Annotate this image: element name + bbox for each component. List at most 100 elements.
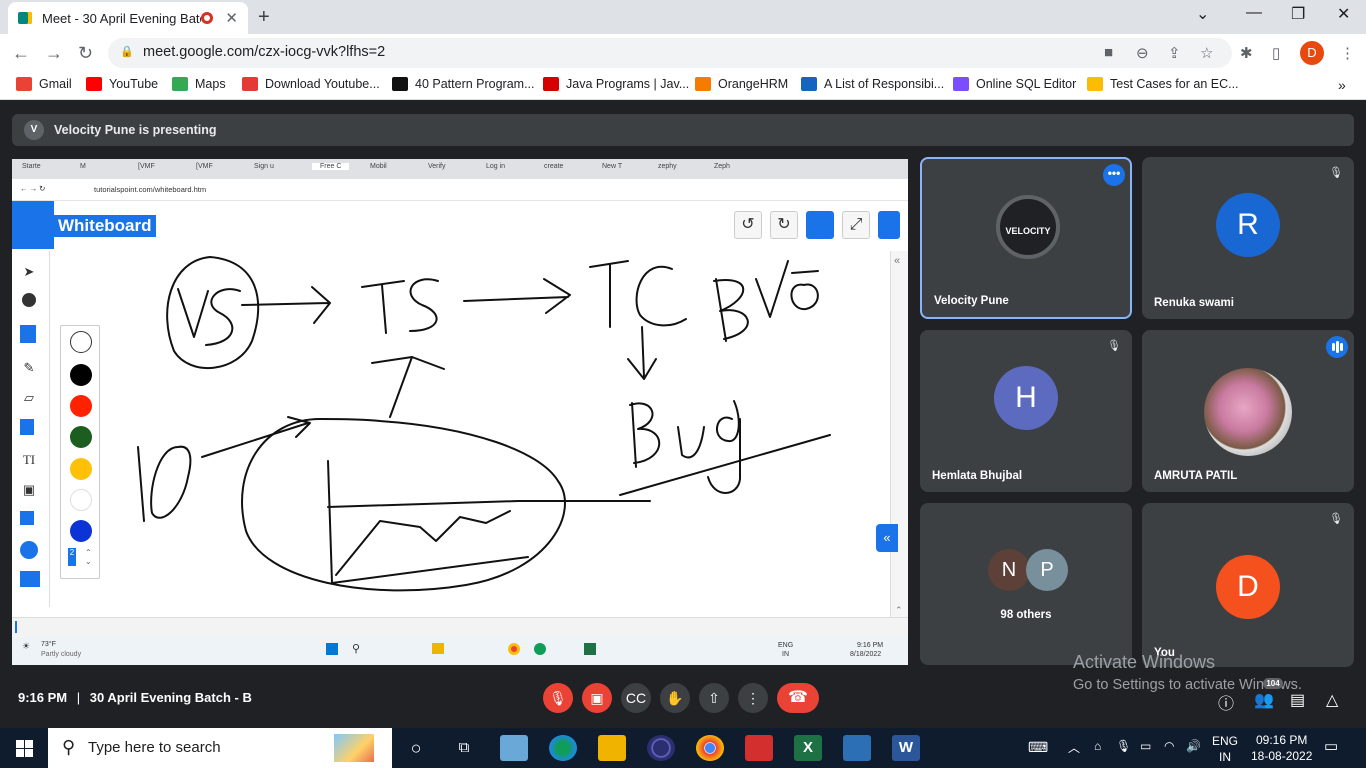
circle-vs: [166, 256, 260, 370]
shared-lang: ENG: [778, 642, 794, 649]
close-tab-icon[interactable]: ✕: [225, 9, 238, 27]
ac-icon: [801, 77, 817, 91]
close-window-button[interactable]: ✕: [1337, 4, 1350, 24]
cortana-icon[interactable]: ○: [402, 735, 430, 761]
meet-tab[interactable]: Meet - 30 April Evening Batc ✕: [8, 2, 248, 34]
people-icon[interactable]: 👥: [1254, 690, 1274, 710]
others-tile[interactable]: N P 98 others: [920, 503, 1132, 665]
meeting-details: 9:16 PM | 30 April Evening Batch - B: [18, 690, 252, 705]
keyboard-icon[interactable]: ⌨: [1028, 739, 1048, 756]
more-options-icon[interactable]: •••: [1103, 164, 1125, 186]
photos-icon[interactable]: [843, 735, 871, 761]
recording-indicator-icon: [201, 12, 214, 24]
bookmark-download-youtube[interactable]: Download Youtube...: [242, 77, 380, 91]
bookmark-java-programs[interactable]: Java Programs | Jav...: [543, 77, 689, 91]
chat-icon[interactable]: ▤: [1290, 690, 1305, 710]
shared-tab: Zeph: [714, 163, 730, 170]
reload-button[interactable]: ↻: [78, 43, 93, 64]
bookmark-orangehrm[interactable]: OrangeHRM: [695, 77, 788, 91]
forward-button[interactable]: →: [45, 43, 63, 64]
new-tab-button[interactable]: +: [258, 6, 270, 29]
shared-tab: Starte: [22, 163, 41, 170]
participant-tile[interactable]: AMRUTA PATIL: [1142, 330, 1354, 492]
more-bookmarks-icon[interactable]: »: [1338, 77, 1346, 93]
shared-search-icon: ⚲: [352, 643, 361, 655]
mic-off-button[interactable]: 🎙: [543, 683, 573, 713]
bookmark-star-icon[interactable]: ☆: [1200, 44, 1213, 62]
participant-tile-self[interactable]: 🎙 D You: [1142, 503, 1354, 667]
bookmark-maps[interactable]: Maps: [172, 77, 226, 91]
back-button[interactable]: ←: [12, 43, 30, 64]
chrome-icon[interactable]: [696, 735, 724, 761]
language-indicator[interactable]: ENG IN: [1212, 733, 1238, 765]
present-button[interactable]: ⇧: [699, 683, 729, 713]
participant-avatar: VELOCITY: [996, 195, 1060, 259]
participant-count-badge: 104: [1263, 678, 1283, 689]
shared-lang2: IN: [782, 651, 789, 658]
volume-icon[interactable]: 🔊: [1186, 739, 1201, 753]
tab-search-chevron-icon[interactable]: ⌄: [1196, 4, 1209, 24]
bookmark-test-cases[interactable]: Test Cases for an EC...: [1087, 77, 1239, 91]
shared-folder-icon: [432, 643, 444, 654]
browser-tab-strip: Meet - 30 April Evening Batc ✕ + ⌄ — ❐ ✕: [0, 0, 1366, 34]
participant-tile[interactable]: ••• VELOCITY Velocity Pune: [920, 157, 1132, 319]
browser-toolbar: ← → ↻ 🔒 meet.google.com/czx-iocg-vvk?lfh…: [0, 34, 1366, 72]
share-icon[interactable]: ⇪: [1168, 44, 1181, 62]
show-hidden-icons-icon[interactable]: ︿: [1068, 739, 1080, 756]
participant-name: AMRUTA PATIL: [1154, 470, 1238, 482]
bookmark-pattern-programs[interactable]: 40 Pattern Program...: [392, 77, 535, 91]
menu-icon[interactable]: ⋮: [1340, 44, 1355, 62]
more-options-button[interactable]: ⋮: [738, 683, 768, 713]
restore-button[interactable]: ❐: [1291, 4, 1305, 24]
info-icon[interactable]: ⓘ: [1218, 690, 1234, 714]
battery-icon[interactable]: ▭: [1140, 739, 1151, 753]
stroke-ts: [361, 278, 439, 334]
notes-app-icon[interactable]: [500, 735, 528, 761]
camera-icon[interactable]: ■: [1104, 44, 1113, 61]
file-explorer-icon[interactable]: [598, 735, 626, 761]
bookmark-youtube[interactable]: YouTube: [86, 77, 158, 91]
word-icon[interactable]: W: [892, 735, 920, 761]
bookmark-online-sql[interactable]: Online SQL Editor: [953, 77, 1076, 91]
profile-avatar[interactable]: D: [1300, 41, 1324, 65]
edge-icon[interactable]: [549, 735, 577, 761]
search-icon: ⚲: [62, 737, 76, 757]
image-tool-icon: ▣: [22, 482, 36, 497]
excel-icon[interactable]: X: [794, 735, 822, 761]
microphone-icon[interactable]: 🎙: [1116, 739, 1131, 753]
arrow-1: [241, 286, 331, 324]
participant-tile[interactable]: 🎙 H Hemlata Bhujbal: [920, 330, 1132, 492]
shared-url: tutorialspoint.com/whiteboard.htm: [94, 185, 207, 194]
taskbar-search[interactable]: ⚲ Type here to search: [48, 728, 392, 768]
text-tool-icon: TI: [22, 452, 36, 467]
bookmark-responsibilities[interactable]: A List of Responsibi...: [801, 77, 944, 91]
camera-off-button[interactable]: ▣: [582, 683, 612, 713]
taskbar-clock[interactable]: 09:16 PM 18-08-2022: [1251, 732, 1312, 764]
address-bar[interactable]: 🔒 meet.google.com/czx-iocg-vvk?lfhs=2: [108, 38, 1232, 68]
captions-button[interactable]: CC: [621, 683, 651, 713]
extensions-icon[interactable]: ✱: [1240, 44, 1253, 62]
shape-tool-icon: [20, 511, 34, 525]
eclipse-icon[interactable]: [647, 735, 675, 761]
url-text: meet.google.com/czx-iocg-vvk?lfhs=2: [143, 44, 386, 60]
activities-icon[interactable]: △: [1326, 690, 1338, 710]
side-panel-icon[interactable]: ▯: [1272, 44, 1280, 62]
leave-call-button[interactable]: ☎: [777, 683, 819, 713]
shared-scrollbar: [12, 617, 908, 637]
bookmark-gmail[interactable]: Gmail: [16, 77, 72, 91]
raise-hand-button[interactable]: ✋: [660, 683, 690, 713]
minimize-button[interactable]: —: [1246, 4, 1262, 22]
stroke-tc: [589, 260, 687, 328]
participant-tile[interactable]: 🎙 R Renuka swami: [1142, 157, 1354, 319]
screen-recorder-icon[interactable]: [745, 735, 773, 761]
arrow-2: [463, 278, 571, 314]
task-view-icon[interactable]: ⧉: [450, 735, 478, 761]
taskbar-date: 18-08-2022: [1251, 749, 1313, 763]
wifi-icon[interactable]: ◠: [1164, 739, 1174, 753]
network-device-icon[interactable]: ⌂: [1094, 739, 1101, 753]
zoom-icon[interactable]: ⊖: [1136, 44, 1149, 62]
notifications-icon[interactable]: ▭: [1324, 737, 1338, 755]
others-avatar: P: [1026, 549, 1068, 591]
start-button[interactable]: [16, 740, 33, 757]
collapse-panel-button[interactable]: «: [876, 524, 898, 552]
